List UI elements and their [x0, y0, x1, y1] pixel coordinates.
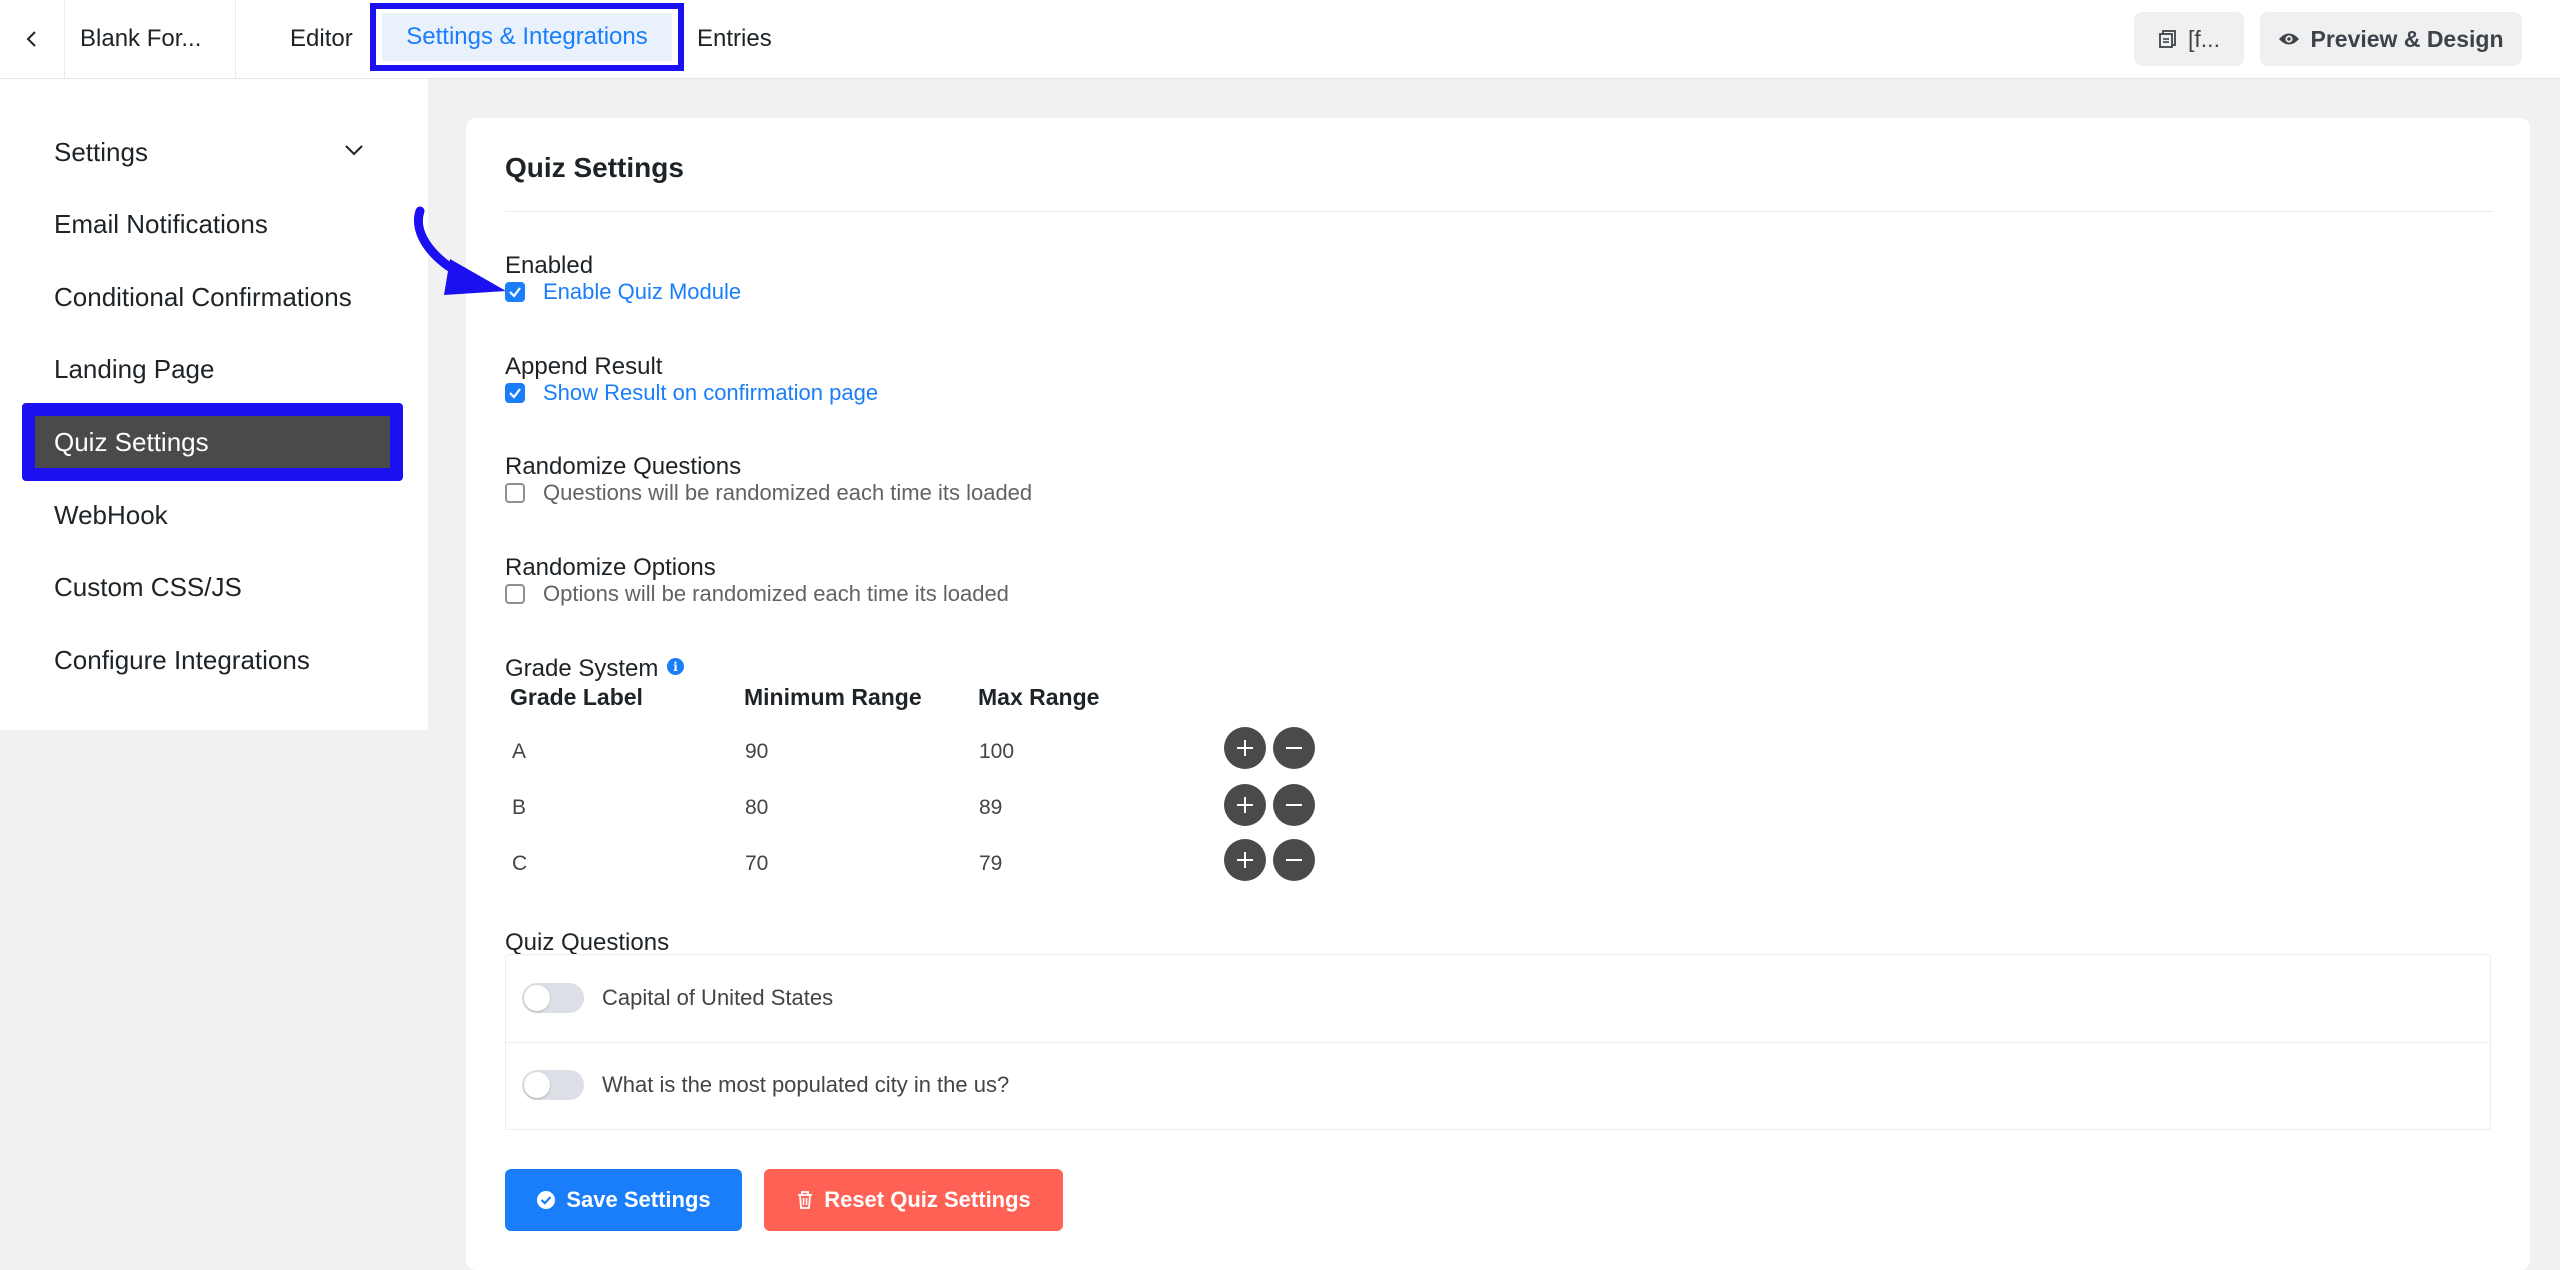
checkbox-checked-icon — [505, 383, 525, 403]
plus-icon — [1237, 797, 1253, 813]
minimum-range-header: Minimum Range — [744, 684, 922, 710]
append-result-label: Append Result — [505, 353, 663, 380]
plus-icon — [1237, 740, 1253, 756]
eye-icon — [2279, 33, 2300, 45]
remove-grade-button[interactable] — [1273, 784, 1315, 826]
grade-label-cell[interactable]: B — [512, 796, 526, 820]
annotation-arrow-icon — [414, 206, 506, 295]
minus-icon — [1286, 747, 1302, 749]
reset-quiz-settings-button[interactable]: Reset Quiz Settings — [764, 1169, 1063, 1231]
sidebar-item-conditional-confirmations[interactable]: Conditional Confirmations — [54, 277, 352, 317]
question-toggle[interactable] — [522, 1070, 584, 1100]
randomize-options-checkbox[interactable]: Options will be randomized each time its… — [505, 581, 1009, 607]
question-text: What is the most populated city in the u… — [602, 1072, 1010, 1097]
sidebar-item-settings[interactable]: Settings — [54, 132, 148, 172]
grade-label-header: Grade Label — [510, 684, 643, 710]
sidebar-item-custom-css-js[interactable]: Custom CSS/JS — [54, 567, 242, 607]
randomize-questions-option: Questions will be randomized each time i… — [543, 480, 1033, 505]
enable-quiz-module-label: Enable Quiz Module — [543, 279, 742, 304]
grade-min-cell[interactable]: 90 — [745, 740, 768, 764]
preview-design-label: Preview & Design — [2310, 25, 2504, 52]
remove-grade-button[interactable] — [1273, 727, 1315, 769]
title-divider — [505, 211, 2493, 212]
tab-entries[interactable]: Entries — [697, 0, 772, 78]
show-result-label: Show Result on confirmation page — [543, 380, 879, 405]
grade-max-cell[interactable]: 89 — [979, 796, 1002, 820]
save-settings-button[interactable]: Save Settings — [505, 1169, 742, 1231]
check-circle-icon — [537, 1191, 556, 1209]
copy-icon — [2159, 30, 2176, 48]
shortcode-label: [f... — [2188, 25, 2220, 52]
randomize-options-option: Options will be randomized each time its… — [543, 581, 1009, 606]
reset-quiz-settings-label: Reset Quiz Settings — [824, 1187, 1031, 1212]
quiz-questions-label: Quiz Questions — [505, 929, 670, 956]
info-icon[interactable]: i — [667, 658, 684, 675]
preview-design-button[interactable]: Preview & Design — [2260, 12, 2522, 66]
grade-min-cell[interactable]: 70 — [745, 852, 768, 876]
max-range-header: Max Range — [978, 684, 1100, 710]
question-text: Capital of United States — [602, 985, 834, 1010]
grade-max-cell[interactable]: 100 — [979, 740, 1014, 764]
page-title: Quiz Settings — [505, 152, 684, 183]
add-grade-button[interactable] — [1224, 727, 1266, 769]
checkbox-checked-icon — [505, 282, 525, 302]
sidebar-item-configure-integrations[interactable]: Configure Integrations — [54, 640, 310, 680]
tab-settings-integrations[interactable]: Settings & Integrations — [370, 3, 684, 71]
enabled-label: Enabled — [505, 252, 594, 279]
back-button[interactable] — [0, 0, 65, 78]
trash-icon — [798, 1191, 813, 1209]
sidebar-item-landing-page[interactable]: Landing Page — [54, 349, 214, 389]
checkbox-unchecked-icon — [505, 483, 525, 503]
save-settings-label: Save Settings — [566, 1187, 711, 1212]
minus-icon — [1286, 859, 1302, 861]
settings-sidebar: Settings Email Notifications Conditional… — [0, 79, 428, 730]
show-result-checkbox[interactable]: Show Result on confirmation page — [505, 380, 878, 406]
chevron-down-icon[interactable] — [340, 136, 368, 164]
sidebar-item-quiz-settings-label: Quiz Settings — [35, 416, 390, 468]
add-grade-button[interactable] — [1224, 784, 1266, 826]
form-title[interactable]: Blank For... — [64, 0, 236, 78]
grade-min-cell[interactable]: 80 — [745, 796, 768, 820]
add-grade-button[interactable] — [1224, 839, 1266, 881]
enable-quiz-module-checkbox[interactable]: Enable Quiz Module — [505, 279, 741, 305]
grade-max-cell[interactable]: 79 — [979, 852, 1002, 876]
minus-icon — [1286, 804, 1302, 806]
chevron-left-icon — [26, 31, 36, 47]
list-item: Capital of United States — [522, 983, 833, 1013]
grade-label-cell[interactable]: A — [512, 740, 526, 764]
remove-grade-button[interactable] — [1273, 839, 1315, 881]
tab-settings-integrations-label: Settings & Integrations — [382, 13, 672, 61]
list-item: What is the most populated city in the u… — [522, 1070, 1009, 1100]
quiz-questions-list: Capital of United States What is the mos… — [505, 954, 2491, 1130]
plus-icon — [1237, 852, 1253, 868]
randomize-questions-label: Randomize Questions — [505, 453, 742, 480]
grade-label-cell[interactable]: C — [512, 852, 527, 876]
grade-system-label: Grade System — [505, 655, 659, 682]
randomize-questions-checkbox[interactable]: Questions will be randomized each time i… — [505, 480, 1032, 506]
sidebar-item-quiz-settings[interactable]: Quiz Settings — [22, 403, 403, 481]
question-divider — [506, 1042, 2490, 1043]
question-toggle[interactable] — [522, 983, 584, 1013]
shortcode-button[interactable]: [f... — [2134, 12, 2244, 66]
tab-editor[interactable]: Editor — [290, 0, 353, 78]
sidebar-item-webhook[interactable]: WebHook — [54, 495, 168, 535]
checkbox-unchecked-icon — [505, 584, 525, 604]
sidebar-item-email-notifications[interactable]: Email Notifications — [54, 204, 268, 244]
randomize-options-label: Randomize Options — [505, 554, 716, 581]
top-bar: Blank For... Editor Settings & Integrati… — [0, 0, 2560, 79]
